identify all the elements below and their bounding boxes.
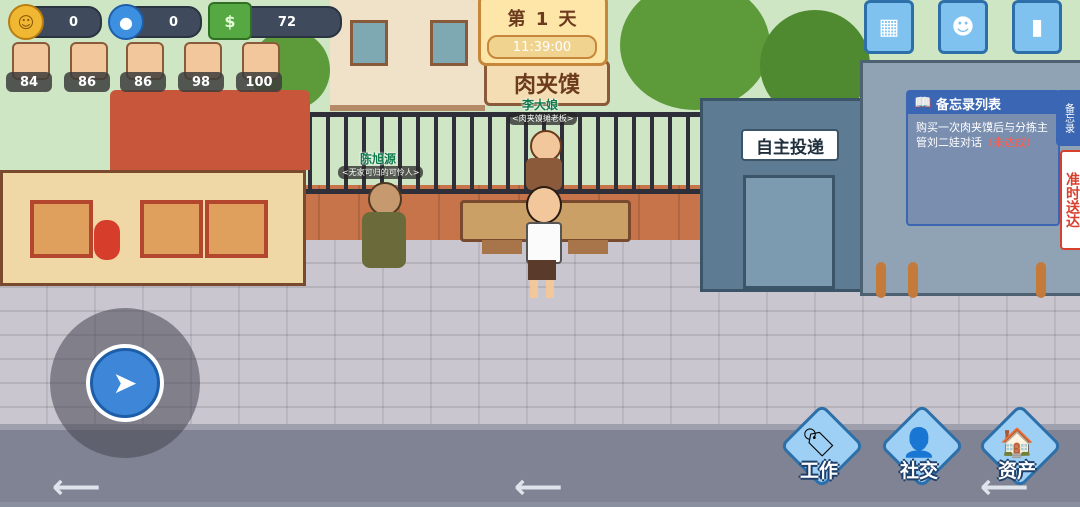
booth-label: 自主投递: [741, 129, 839, 161]
map-icon: ▦: [878, 14, 900, 40]
npc-name-homeless: 陈旭源: [360, 152, 397, 166]
stat-1[interactable]: 84: [6, 42, 52, 94]
stat-value: 86: [120, 72, 166, 92]
bench: [568, 240, 608, 254]
social-label: 社交: [899, 460, 938, 482]
house-window: [140, 200, 203, 258]
bench: [482, 240, 522, 254]
memo-header: 📖 备忘录列表: [908, 92, 1058, 114]
day-counter: 第 1 天: [507, 9, 579, 30]
day-clock-card: 第 1 天 11:39:00: [478, 0, 608, 66]
delivery-booth[interactable]: 自主投递: [700, 98, 866, 292]
house-window: [205, 200, 268, 258]
followers-counter[interactable]: ● 0: [108, 4, 202, 40]
profile-button[interactable]: ☻: [938, 0, 988, 54]
assets-icon: 🏠: [999, 426, 1035, 459]
social-button[interactable]: 👤 社交: [879, 403, 965, 492]
coins-counter[interactable]: ☺ 0: [8, 4, 102, 40]
map-button[interactable]: ▦: [864, 0, 914, 54]
stat-3[interactable]: 86: [120, 42, 166, 94]
social-icon: 👤: [901, 426, 937, 459]
compass-icon: ➤: [90, 348, 160, 418]
memo-tab[interactable]: 备忘录: [1056, 90, 1080, 146]
book-icon: 📖: [914, 95, 932, 111]
stat-value: 100: [236, 72, 282, 92]
ranking-button[interactable]: ▮: [1012, 0, 1062, 54]
work-button[interactable]: 🏷 工作: [779, 403, 865, 492]
cash-value: 72: [277, 14, 296, 30]
booth-door[interactable]: [743, 175, 835, 289]
lantern-icon: [94, 220, 120, 260]
npc-name-vendor: 李大娘: [522, 98, 559, 112]
side-banner: 准时送达: [1060, 150, 1080, 250]
back-arrow-icon[interactable]: ⟵: [514, 470, 563, 504]
player-character[interactable]: [520, 186, 564, 300]
bollard: [876, 262, 886, 298]
memo-panel[interactable]: 📖 备忘录列表 购买一次肉夹馍后与分拣主管刘二娃对话（未达成）: [906, 90, 1060, 226]
stat-4[interactable]: 98: [178, 42, 224, 94]
npc-vendor[interactable]: [522, 130, 566, 190]
ranking-icon: ▮: [1030, 14, 1044, 40]
user-icon: ●: [108, 4, 144, 40]
stat-2[interactable]: 86: [64, 42, 110, 94]
cash-icon: $: [208, 2, 252, 40]
back-arrow-icon[interactable]: ⟵: [52, 470, 101, 504]
npc-title-vendor: <肉夹馍摊老板>: [508, 112, 578, 125]
followers-value: 0: [168, 14, 178, 30]
work-label: 工作: [799, 460, 838, 482]
memo-task-status: （未达成）: [982, 136, 1037, 149]
bollard: [1036, 262, 1046, 298]
house-roof: [110, 90, 310, 170]
stat-value: 86: [64, 72, 110, 92]
cash-counter[interactable]: $ 72: [208, 2, 342, 40]
bollard: [908, 262, 918, 298]
profile-icon: ☻: [951, 14, 975, 40]
work-icon: 🏷: [801, 426, 837, 459]
house-window: [30, 200, 93, 258]
memo-task: 购买一次肉夹馍后与分拣主管刘二娃对话（未达成）: [916, 120, 1050, 150]
stat-value: 98: [178, 72, 224, 92]
game-clock: 11:39:00: [487, 35, 597, 59]
window: [350, 20, 388, 66]
coin-icon: ☺: [8, 4, 44, 40]
memo-title: 备忘录列表: [936, 97, 1002, 113]
coins-value: 0: [68, 14, 78, 30]
joystick-knob[interactable]: ➤: [86, 344, 164, 422]
npc-homeless[interactable]: [360, 182, 408, 274]
back-arrow-icon[interactable]: ⟵: [980, 470, 1029, 504]
virtual-joystick[interactable]: ➤: [50, 308, 200, 458]
npc-title-homeless: <无家可归的可怜人>: [338, 166, 424, 179]
stat-value: 84: [6, 72, 52, 92]
stat-5[interactable]: 100: [236, 42, 282, 94]
